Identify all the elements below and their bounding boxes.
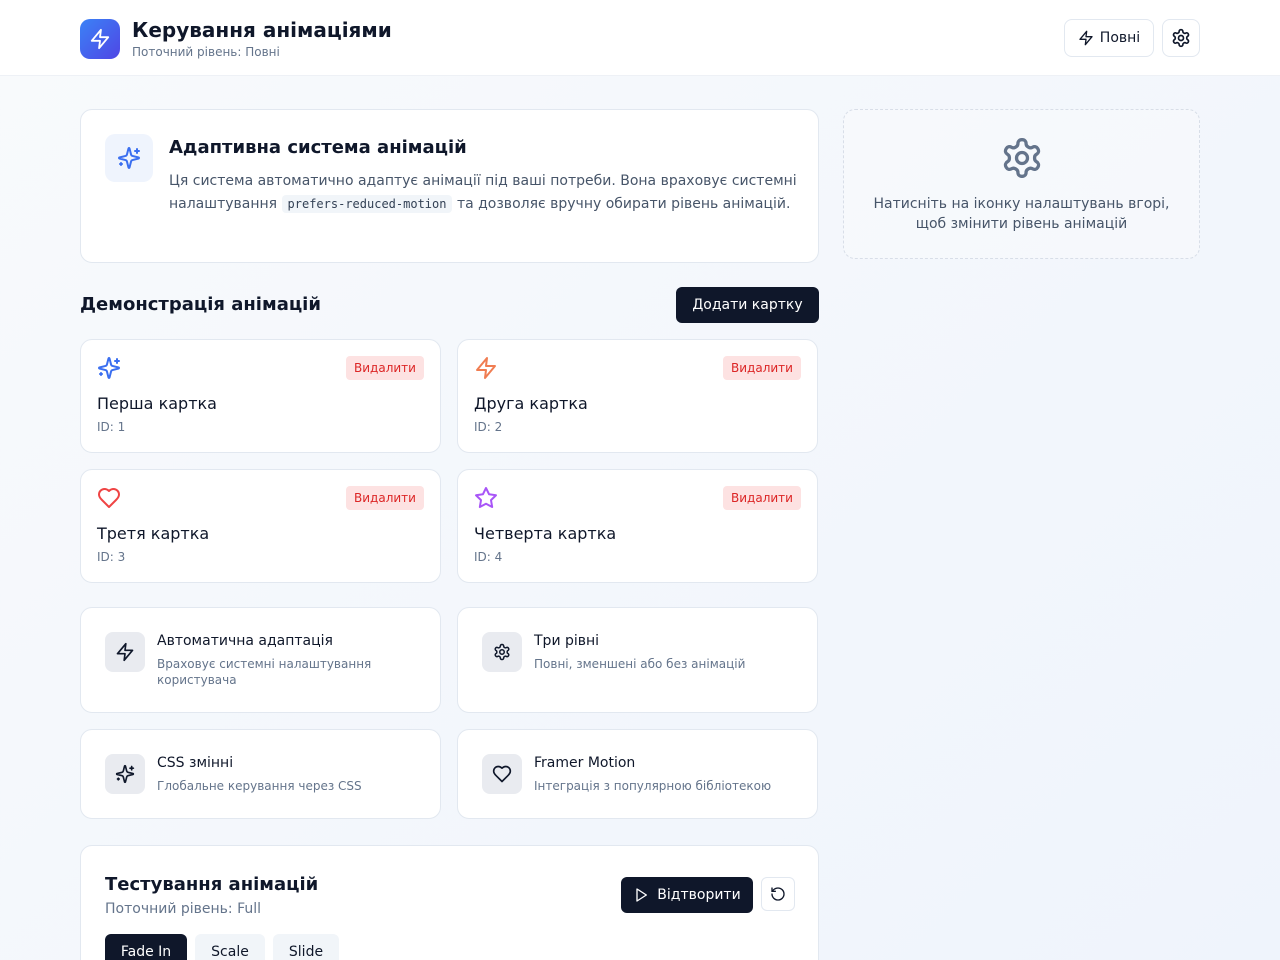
feature-description: Інтеграція з популярною бібліотекою xyxy=(534,779,772,793)
demo-section-title: Демонстрація анімацій xyxy=(80,294,321,315)
tab-slide[interactable]: Slide xyxy=(273,934,339,960)
sparkles-icon xyxy=(97,356,121,380)
card-id: ID: 2 xyxy=(474,420,503,434)
demo-card: Видалити Третя картка ID: 3 xyxy=(80,469,441,583)
tab-scale[interactable]: Scale xyxy=(195,934,265,960)
demo-card: Видалити Четверта картка ID: 4 xyxy=(457,469,818,583)
delete-button[interactable]: Видалити xyxy=(723,486,801,510)
feature-description: Повні, зменшені або без анімацій xyxy=(534,657,746,671)
delete-button[interactable]: Видалити xyxy=(346,486,424,510)
card-id: ID: 3 xyxy=(97,550,126,564)
test-current-level: Поточний рівень: Full xyxy=(105,901,262,917)
gear-icon xyxy=(1171,28,1191,48)
feature-card: CSS змінні Глобальне керування через CSS xyxy=(80,729,441,819)
gear-icon xyxy=(482,632,522,672)
feature-title: Автоматична адаптація xyxy=(157,633,333,649)
add-card-button[interactable]: Додати картку xyxy=(676,287,819,323)
info-description: Ця система автоматично адаптує анімації … xyxy=(169,170,799,216)
zap-icon xyxy=(1078,30,1094,46)
test-title: Тестування анімацій xyxy=(105,874,319,895)
star-icon xyxy=(474,486,498,510)
feature-title: Framer Motion xyxy=(534,755,636,771)
feature-description: Враховує системні налаштування користува… xyxy=(157,657,372,687)
app-header: Керування анімаціями Поточний рівень: По… xyxy=(0,0,1280,76)
feature-description: Глобальне керування через CSS xyxy=(157,779,362,793)
animation-level-button[interactable]: Повні xyxy=(1064,19,1154,57)
animation-test-card: Тестування анімацій Поточний рівень: Ful… xyxy=(80,845,819,960)
feature-card: Три рівні Повні, зменшені або без анімац… xyxy=(457,607,818,713)
code-snippet: prefers-reduced-motion xyxy=(281,195,453,213)
heart-icon xyxy=(482,754,522,794)
feature-title: Три рівні xyxy=(534,633,600,649)
gear-icon xyxy=(1000,136,1044,180)
play-icon xyxy=(633,887,649,903)
page-title: Керування анімаціями xyxy=(132,18,392,42)
play-label: Відтворити xyxy=(657,887,741,903)
card-id: ID: 1 xyxy=(97,420,126,434)
animation-level-label: Повні xyxy=(1099,30,1141,46)
settings-hint-card: Натисніть на іконку налаштувань вгорі, щ… xyxy=(843,109,1200,259)
tab-fade-in[interactable]: Fade In xyxy=(105,934,187,960)
zap-icon xyxy=(80,19,120,59)
sparkles-icon xyxy=(105,754,145,794)
settings-button[interactable] xyxy=(1162,19,1200,57)
card-name: Перша картка xyxy=(97,394,217,413)
reset-button[interactable] xyxy=(761,877,795,911)
hint-text: Натисніть на іконку налаштувань вгорі, щ… xyxy=(873,196,1170,232)
feature-title: CSS змінні xyxy=(157,755,234,771)
heart-icon xyxy=(97,486,121,510)
play-button[interactable]: Відтворити xyxy=(621,877,753,913)
rotate-ccw-icon xyxy=(770,886,786,902)
card-name: Третя картка xyxy=(97,524,210,543)
delete-button[interactable]: Видалити xyxy=(346,356,424,380)
current-level-text: Поточний рівень: Повні xyxy=(132,45,280,59)
demo-card: Видалити Друга картка ID: 2 xyxy=(457,339,818,453)
delete-button[interactable]: Видалити xyxy=(723,356,801,380)
sparkles-icon xyxy=(105,134,153,182)
brand: Керування анімаціями Поточний рівень: По… xyxy=(80,18,392,60)
card-id: ID: 4 xyxy=(474,550,503,564)
info-text-part: та дозволяє вручну обирати рівень анімац… xyxy=(456,196,791,212)
card-name: Друга картка xyxy=(474,394,588,413)
feature-card: Framer Motion Інтеграція з популярною бі… xyxy=(457,729,818,819)
info-card: Адаптивна система анімацій Ця система ав… xyxy=(80,109,819,263)
info-title: Адаптивна система анімацій xyxy=(169,137,467,158)
zap-icon xyxy=(474,356,498,380)
zap-icon xyxy=(105,632,145,672)
demo-card: Видалити Перша картка ID: 1 xyxy=(80,339,441,453)
feature-card: Автоматична адаптація Враховує системні … xyxy=(80,607,441,713)
card-name: Четверта картка xyxy=(474,524,617,543)
